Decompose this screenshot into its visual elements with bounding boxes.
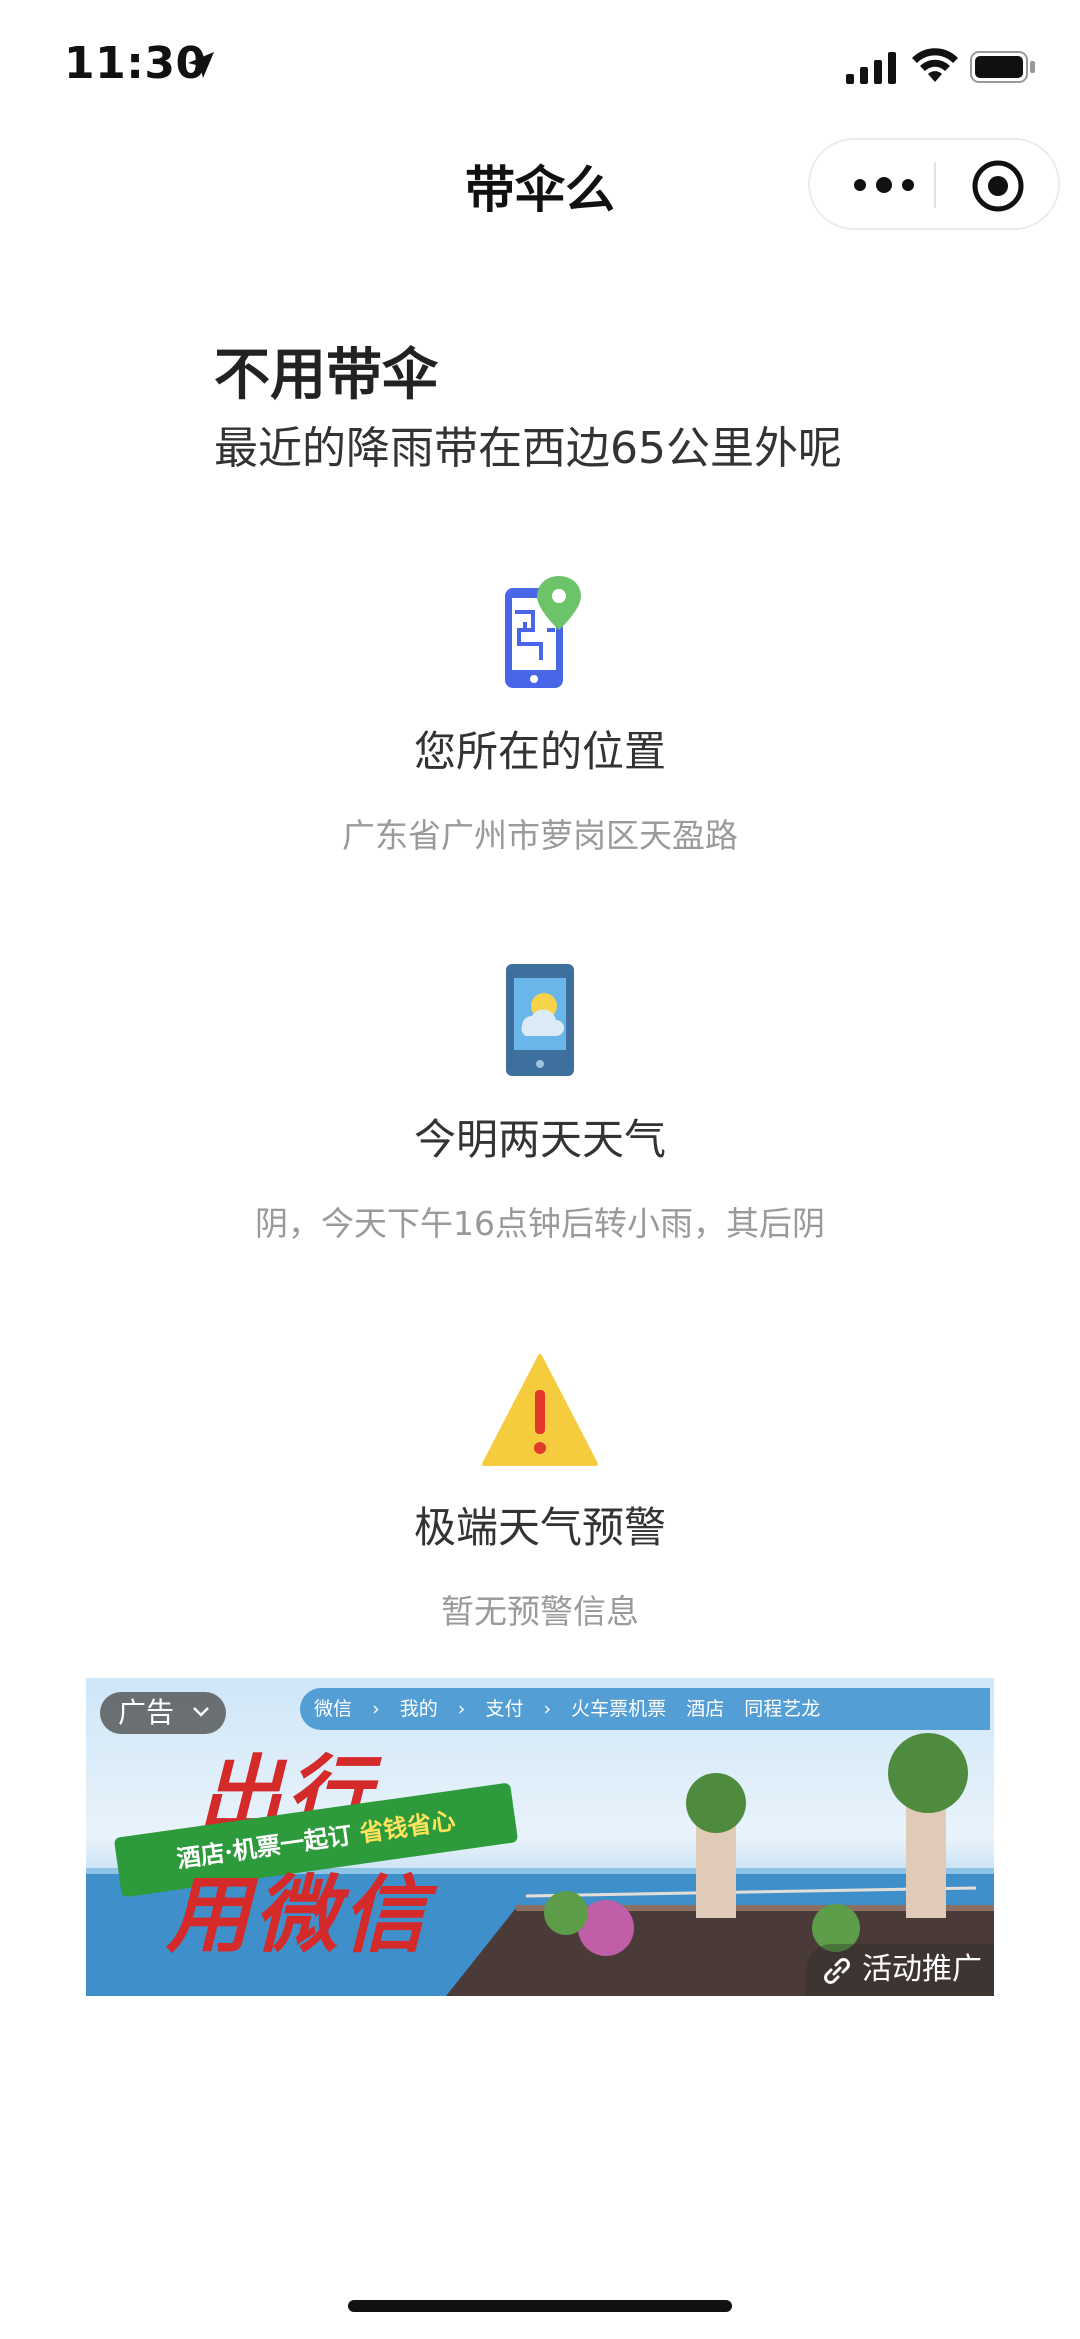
ad-tag-button[interactable]: 广告 [100,1692,226,1734]
status-bar: 11:30 [0,0,1080,130]
warning-triangle-icon [482,1354,598,1466]
home-indicator[interactable] [348,2300,732,2312]
ad-promo-label: 活动推广 [806,1944,994,1996]
location-section: 您所在的位置 广东省广州市萝岗区天盈路 [0,572,1080,857]
umbrella-verdict: 不用带伞 [214,343,438,408]
phone-weather-icon [506,964,574,1076]
ad-top-bar: 微信 › 我的 › 支付 › 火车票机票 酒店 同程艺龙 [300,1688,990,1730]
chevron-right-icon: › [543,1698,552,1720]
ad-slogan-line2: 用微信 [166,1865,431,1964]
close-target-icon[interactable] [970,158,1026,214]
cellular-signal-icon [846,52,896,84]
location-arrow-icon [188,52,214,78]
ad-banner[interactable]: 出行 酒店·机票一起订 省钱省心 用微信 微信 › 我的 › 支付 › 火车票机… [86,1678,994,1996]
ad-topbar-item: 酒店 [686,1698,725,1720]
warning-section: 极端天气预警 暂无预警信息 [0,1352,1080,1633]
ad-topbar-item: 微信 [314,1698,353,1720]
ad-topbar-item: 支付 [485,1698,524,1720]
location-title: 您所在的位置 [413,727,666,776]
chevron-right-icon: › [457,1698,466,1720]
capsule-divider [934,162,936,208]
ad-tag-label: 广告 [118,1696,175,1729]
phone-map-pin-icon [505,576,581,688]
ad-ribbon-highlight: 省钱省心 [357,1805,457,1848]
link-icon [824,1958,850,1984]
wifi-icon [912,48,958,82]
ad-topbar-item: 同程艺龙 [744,1698,821,1720]
weather-section: 今明两天天气 阴，今天下午16点钟后转小雨，其后阴 [0,960,1080,1245]
rain-distance-text: 最近的降雨带在西边65公里外呢 [214,423,842,474]
warning-title: 极端天气预警 [413,1503,666,1552]
chevron-right-icon: › [372,1698,380,1720]
location-address: 广东省广州市萝岗区天盈路 [342,816,738,855]
warning-status: 暂无预警信息 [441,1592,639,1631]
mini-program-capsule [808,138,1060,230]
ad-topbar-item: 我的 [399,1698,438,1720]
more-dots-icon[interactable] [848,168,920,202]
battery-icon [970,51,1035,83]
weather-title: 今明两天天气 [413,1115,666,1164]
ad-topbar-item: 火车票机票 [571,1698,667,1720]
weather-forecast: 阴，今天下午16点钟后转小雨，其后阴 [255,1204,825,1243]
chevron-down-icon [193,1707,209,1717]
ad-promo-text: 活动推广 [862,1952,982,1987]
